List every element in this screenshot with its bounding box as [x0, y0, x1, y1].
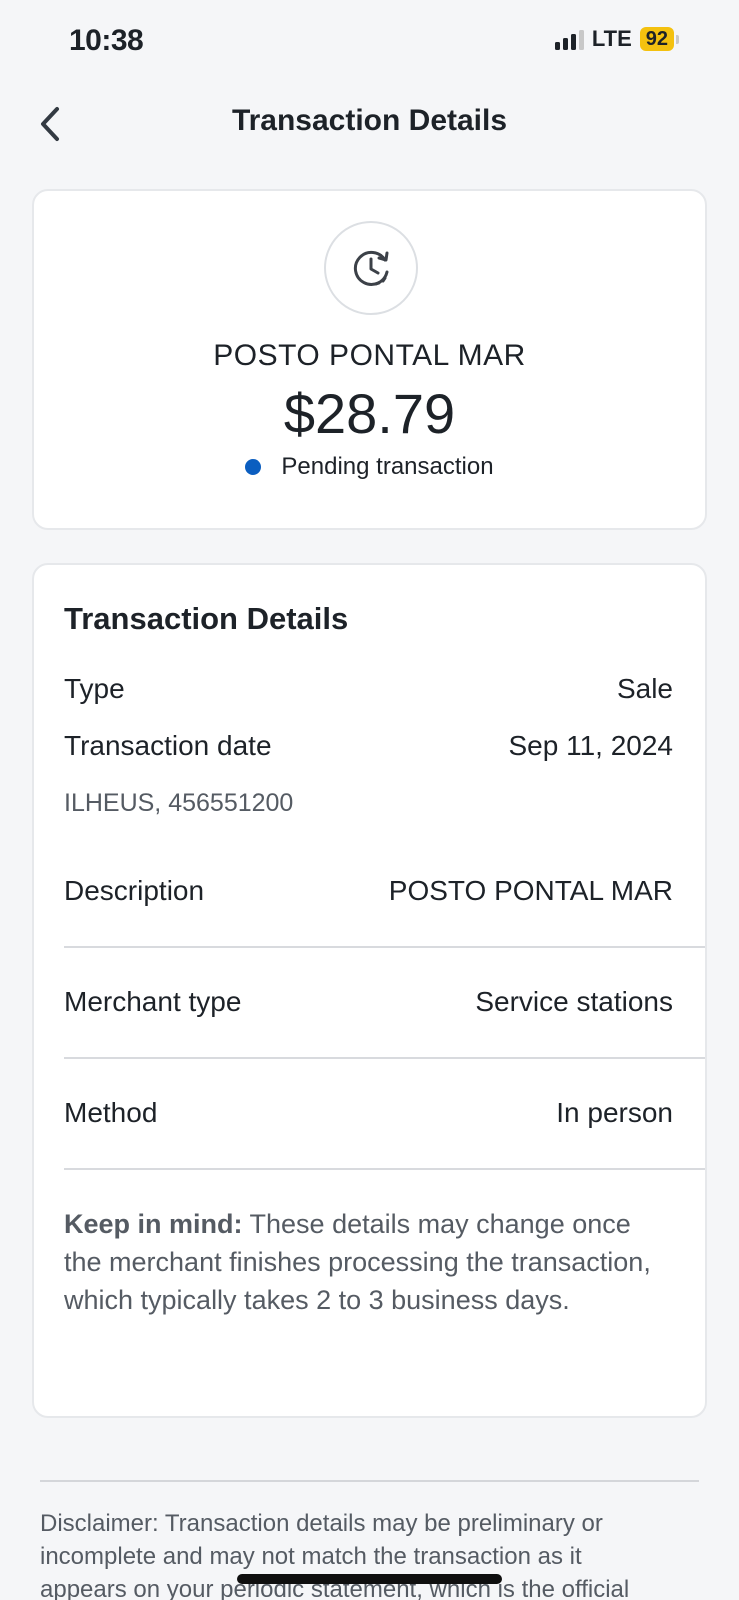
page-title: Transaction Details [231, 104, 508, 137]
merchant-type-row: Merchant type Service stations [64, 986, 673, 1018]
keep-in-mind-note: Keep in mind: These details may change o… [64, 1205, 665, 1319]
description-row: Description POSTO PONTAL MAR [64, 875, 673, 907]
pending-dot-icon [245, 459, 262, 475]
type-row: Type Sale [64, 673, 673, 705]
details-heading: Transaction Details [64, 601, 349, 636]
note-bold: Keep in mind: [64, 1209, 243, 1239]
back-button[interactable] [32, 104, 68, 144]
description-value: POSTO PONTAL MAR [388, 875, 673, 906]
battery-icon: 92 [639, 27, 679, 51]
divider [64, 946, 705, 948]
type-value: Sale [616, 673, 673, 704]
status-indicators: LTE 92 [554, 26, 679, 52]
merchant-location: ILHEUS, 456551200 [64, 789, 294, 817]
transaction-details-screen: 10:38 LTE 92 Transaction Details POSTO P… [0, 0, 739, 1600]
date-row: Transaction date Sep 11, 2024 [64, 730, 673, 762]
chevron-left-icon [41, 107, 59, 141]
transaction-summary-card: POSTO PONTAL MAR $28.79 Pending transact… [32, 189, 707, 530]
status-badge: Pending transaction [34, 453, 705, 481]
status-time: 10:38 [69, 24, 144, 57]
divider [64, 1168, 705, 1170]
method-row: Method In person [64, 1097, 673, 1129]
footer-divider [40, 1480, 699, 1482]
transaction-amount: $28.79 [283, 382, 456, 445]
type-label: Type [64, 673, 125, 704]
date-label: Transaction date [64, 730, 272, 761]
signal-icon [554, 28, 584, 50]
network-type: LTE [591, 26, 632, 51]
merchant-type-value: Service stations [475, 986, 673, 1017]
description-label: Description [64, 875, 205, 906]
date-value: Sep 11, 2024 [508, 730, 673, 761]
disclaimer-text: Disclaimer: Transaction details may be p… [40, 1510, 630, 1600]
battery-level: 92 [639, 27, 674, 51]
status-text: Pending transaction [281, 453, 494, 480]
merchant-name: POSTO PONTAL MAR [213, 339, 526, 372]
divider [64, 1057, 705, 1059]
transaction-details-card: Transaction Details Type Sale Transactio… [32, 563, 707, 1418]
method-value: In person [556, 1097, 673, 1128]
method-label: Method [64, 1097, 158, 1128]
clock-refresh-icon [324, 221, 418, 315]
home-indicator[interactable] [237, 1574, 502, 1584]
merchant-type-label: Merchant type [64, 986, 242, 1017]
